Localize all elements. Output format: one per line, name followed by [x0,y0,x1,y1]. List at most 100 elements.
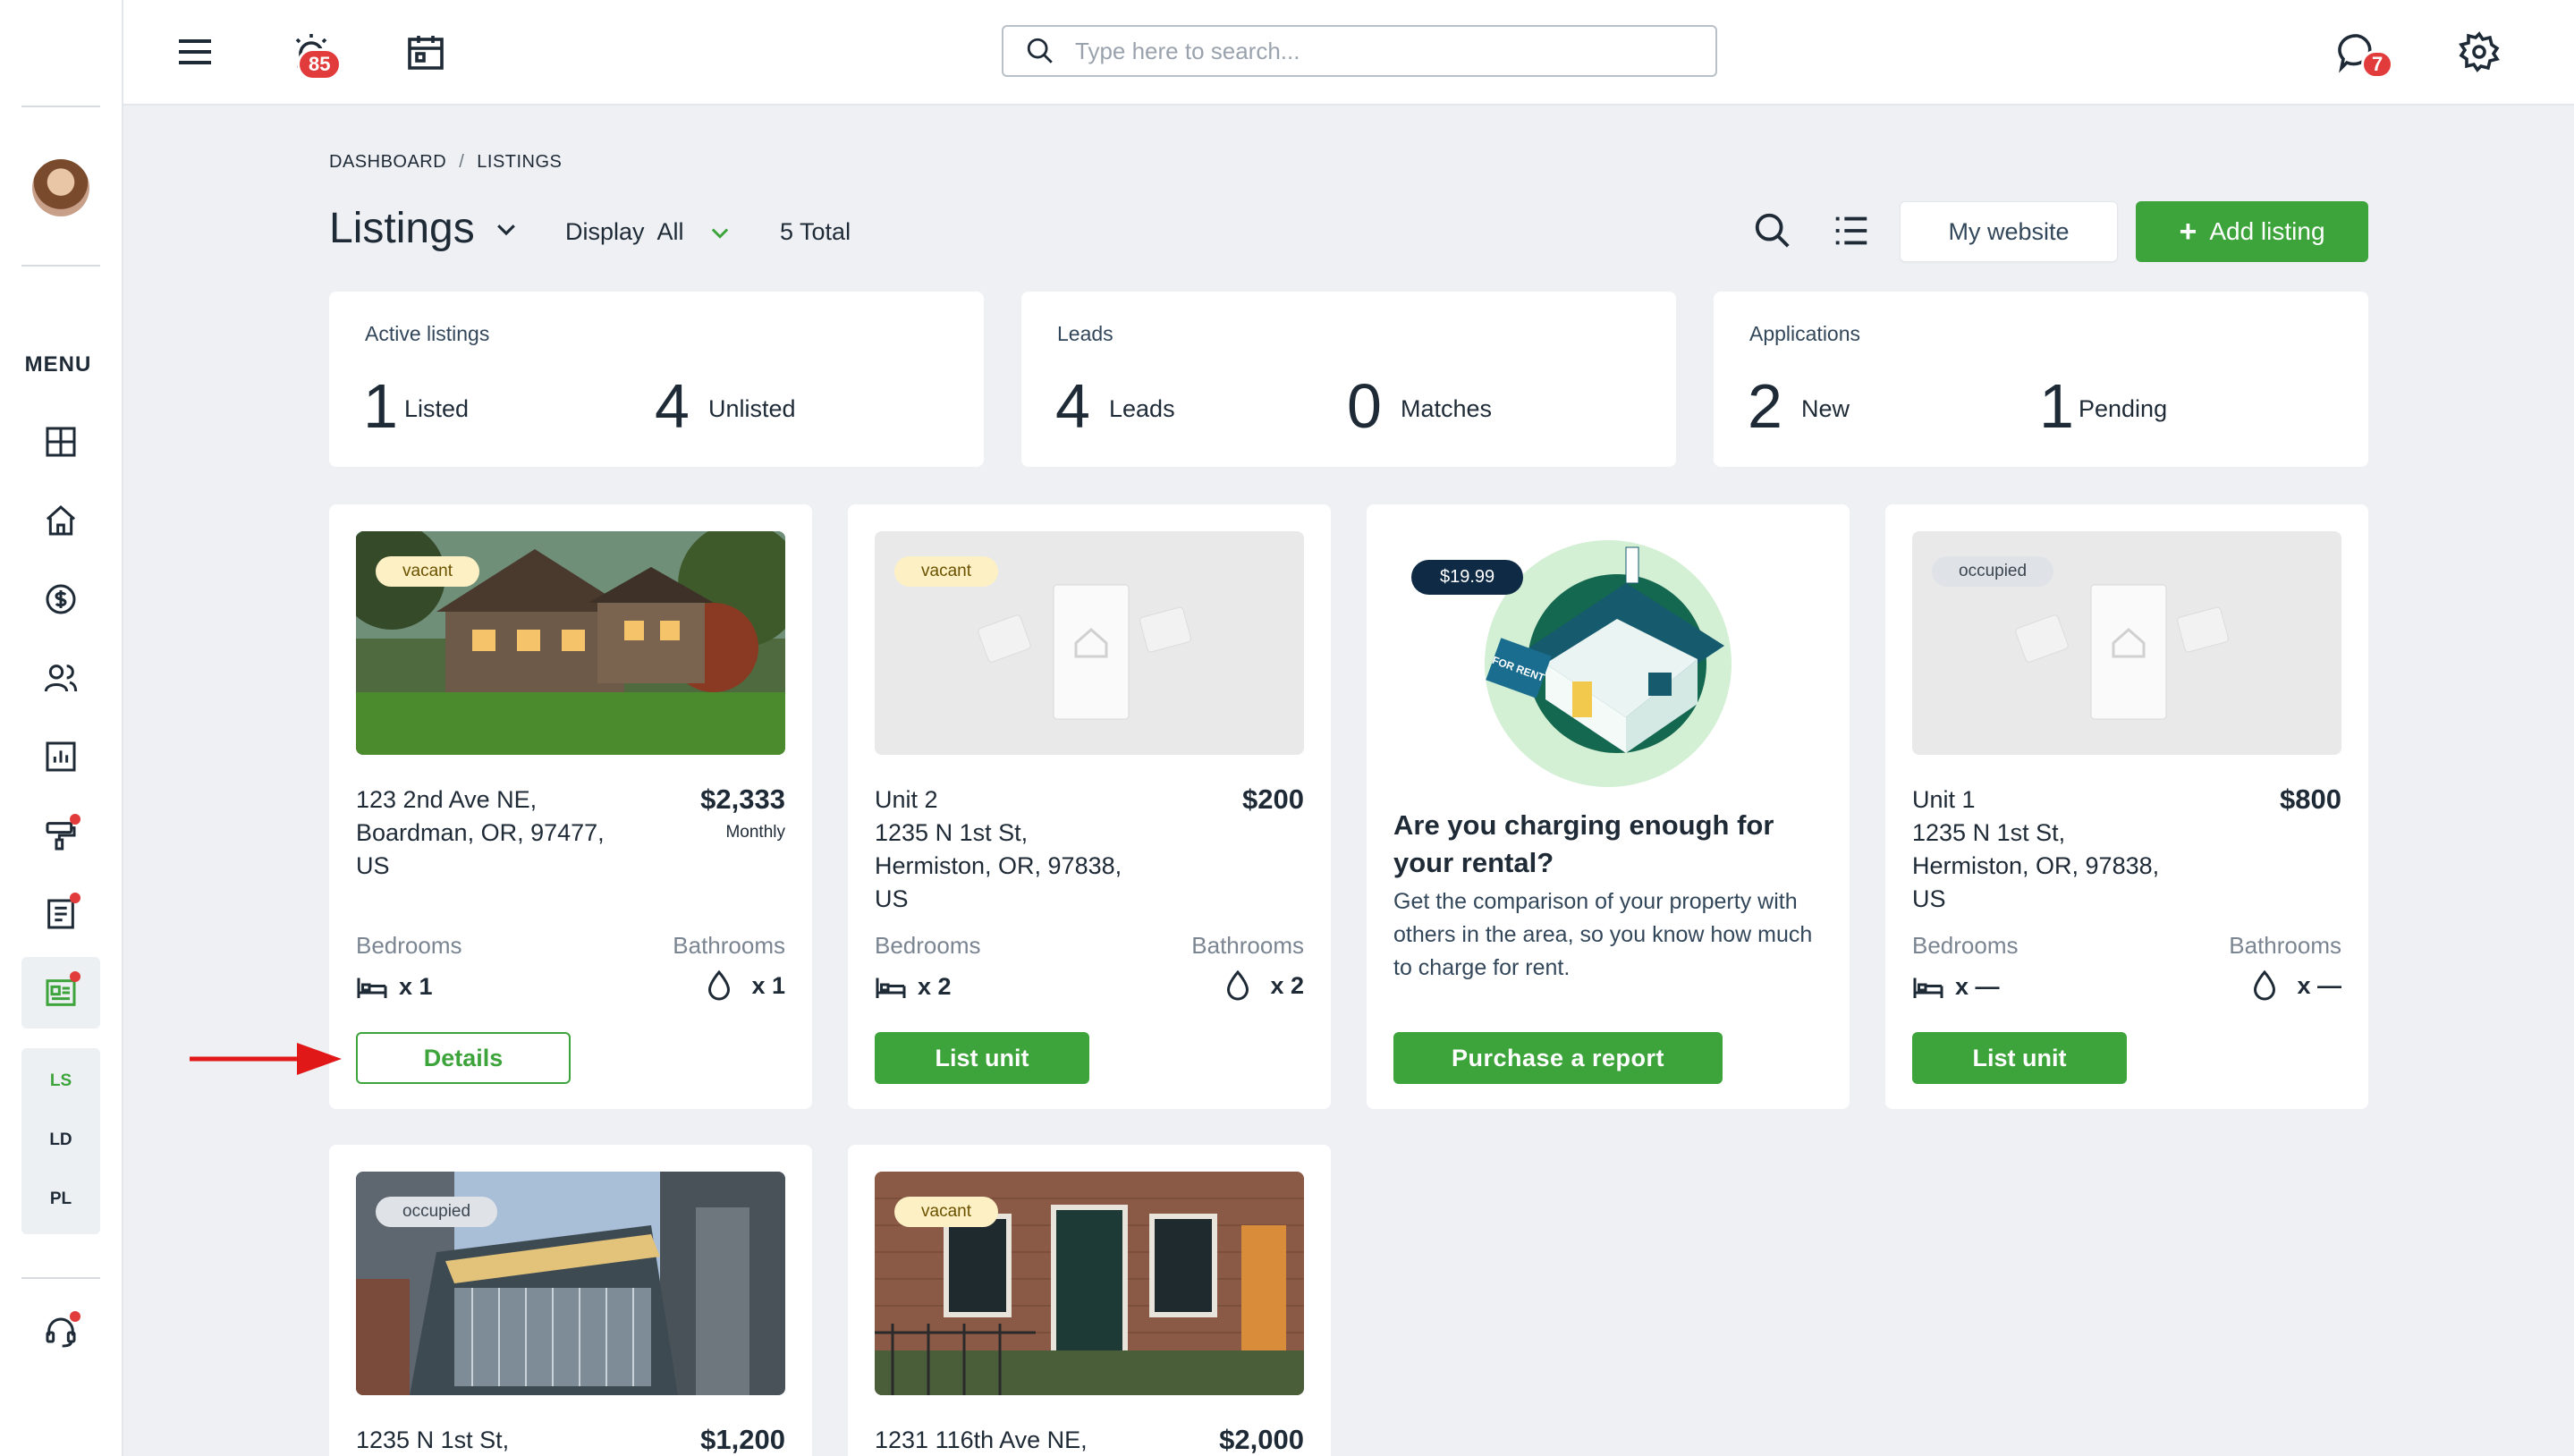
breadcrumb-listings: LISTINGS [477,152,563,172]
menu-label: MENU [24,352,92,377]
annotation-arrow-icon [190,1043,342,1075]
avatar[interactable] [32,159,89,216]
notification-dot [70,1311,80,1322]
my-website-button[interactable]: My website [1900,201,2118,262]
breadcrumb-dashboard[interactable]: DASHBOARD [329,152,446,172]
bedrooms-count: x — [1912,973,2000,1001]
water-drop-icon [708,969,731,1001]
alarm-icon[interactable]: 85 [286,27,343,80]
stat-number: 4 [1055,371,1090,441]
promo-card: FOR RENT $19.99 Are you charging enough … [1367,504,1850,1109]
listing-address: 1231 116th Ave NE, [875,1424,1161,1456]
address-line: 123 2nd Ave NE, [356,786,538,813]
display-value: All [656,218,684,245]
stat-number: 4 [655,371,690,441]
topbar: 85 7 [123,0,2574,106]
listing-card[interactable]: occupied Unit 1 1235 N 1st St, Hermiston… [1885,504,2368,1109]
chat-icon[interactable]: 7 [2333,27,2394,79]
stat-number: 2 [1748,371,1782,441]
address-line: 1235 N 1st St, [875,819,1029,846]
address-line: 1235 N 1st St, [1912,819,2066,846]
address-line: Hermiston, OR, 97838, [1912,852,2160,879]
list-view-icon[interactable] [1826,206,1876,256]
listing-address: 123 2nd Ave NE, Boardman, OR, 97477, US [356,783,642,883]
listing-card[interactable]: vacant 1231 116th Ave NE, $2,000 [848,1145,1331,1456]
status-badge: occupied [376,1197,498,1227]
listing-address: Unit 2 1235 N 1st St, Hermiston, OR, 978… [875,783,1161,916]
sidebar: MENU LS LD PL [0,0,123,1456]
address-line: 1235 N 1st St, [356,1426,510,1453]
calendar-icon[interactable] [401,27,451,77]
people-icon[interactable] [39,656,82,699]
page-title-dropdown[interactable]: Listings [329,204,520,253]
home-icon[interactable] [39,499,82,542]
bathrooms-label: Bathrooms [1191,932,1304,959]
search-listings-icon[interactable] [1748,206,1798,256]
purchase-report-button[interactable]: Purchase a report [1393,1032,1723,1084]
hamburger-menu-icon[interactable] [170,27,220,77]
submenu-item-ls[interactable]: LS [21,1071,100,1091]
promo-price-badge: $19.99 [1411,560,1524,595]
listing-price: $2,333 [700,783,785,815]
address-line: Unit 2 [875,786,938,813]
listing-address: 1235 N 1st St, [356,1424,642,1456]
listing-card[interactable]: occupied 1235 N 1st St, $1,200 [329,1145,812,1456]
notification-dot [70,893,80,903]
bathrooms-count: x — [2250,969,2341,1002]
bedrooms-label: Bedrooms [875,932,981,959]
dashboard-icon[interactable] [39,420,82,463]
breadcrumb: DASHBOARD / LISTINGS [329,152,562,173]
listing-card[interactable]: vacant Unit 2 1235 N 1st St, Hermiston, … [848,504,1331,1109]
search-input[interactable] [1075,37,1683,65]
rent-frequency: Monthly [725,823,785,842]
sidebar-divider [21,265,100,267]
listings-icon[interactable] [39,971,82,1014]
stat-number-label: Listed [404,395,470,422]
stat-label: Leads [1057,322,1113,345]
bathrooms-label: Bathrooms [2229,932,2341,959]
search-bar[interactable] [1002,25,1717,77]
submenu-item-ld[interactable]: LD [21,1130,100,1150]
display-filter[interactable]: Display All [565,218,732,246]
listing-photo: vacant [356,531,785,755]
page-title: Listings [329,205,475,252]
details-button[interactable]: Details [356,1032,571,1084]
bedrooms-label: Bedrooms [356,932,462,959]
submenu-item-pl[interactable]: PL [21,1189,100,1209]
listings-submenu: LS LD PL [21,1048,100,1234]
stat-number: 1 [2039,371,2074,441]
listing-address: Unit 1 1235 N 1st St, Hermiston, OR, 978… [1912,783,2198,916]
alarm-badge: 85 [297,48,343,80]
total-count: 5 Total [780,218,851,245]
add-listing-button[interactable]: + Add listing [2136,201,2368,262]
payments-icon[interactable] [39,578,82,621]
listing-photo: occupied [356,1172,785,1395]
status-badge: occupied [1932,556,2054,587]
sidebar-divider [21,1277,100,1279]
reports-icon[interactable] [39,735,82,778]
listing-price: $800 [2280,783,2341,815]
address-line: US [356,852,390,879]
bathrooms-count: x 1 [705,969,785,1002]
list-unit-button[interactable]: List unit [875,1032,1089,1084]
bedrooms-count: x 1 [356,973,433,1001]
maintenance-icon[interactable] [39,814,82,857]
documents-icon[interactable] [39,893,82,935]
display-label: Display [565,218,645,245]
stat-card-applications: Applications 2 New 1 Pending [1714,292,2368,467]
stat-number: 1 [363,371,398,441]
listing-price: $2,000 [1219,1424,1304,1455]
address-line: Boardman, OR, 97477, [356,819,605,846]
stat-label: Applications [1749,322,1861,345]
address-line: Hermiston, OR, 97838, [875,852,1122,879]
gear-icon[interactable] [2454,27,2504,77]
stat-number-label: New [1801,395,1850,422]
listing-price: $200 [1242,783,1304,815]
bedrooms-count: x 2 [875,973,952,1001]
list-unit-button[interactable]: List unit [1912,1032,2127,1084]
support-icon[interactable] [39,1311,82,1354]
title-row: Listings Display All 5 Total My website … [329,201,2368,262]
stat-card-leads: Leads 4 Leads 0 Matches [1021,292,1676,467]
listing-card[interactable]: vacant 123 2nd Ave NE, Boardman, OR, 974… [329,504,812,1109]
address-line: 1231 116th Ave NE, [875,1426,1088,1453]
